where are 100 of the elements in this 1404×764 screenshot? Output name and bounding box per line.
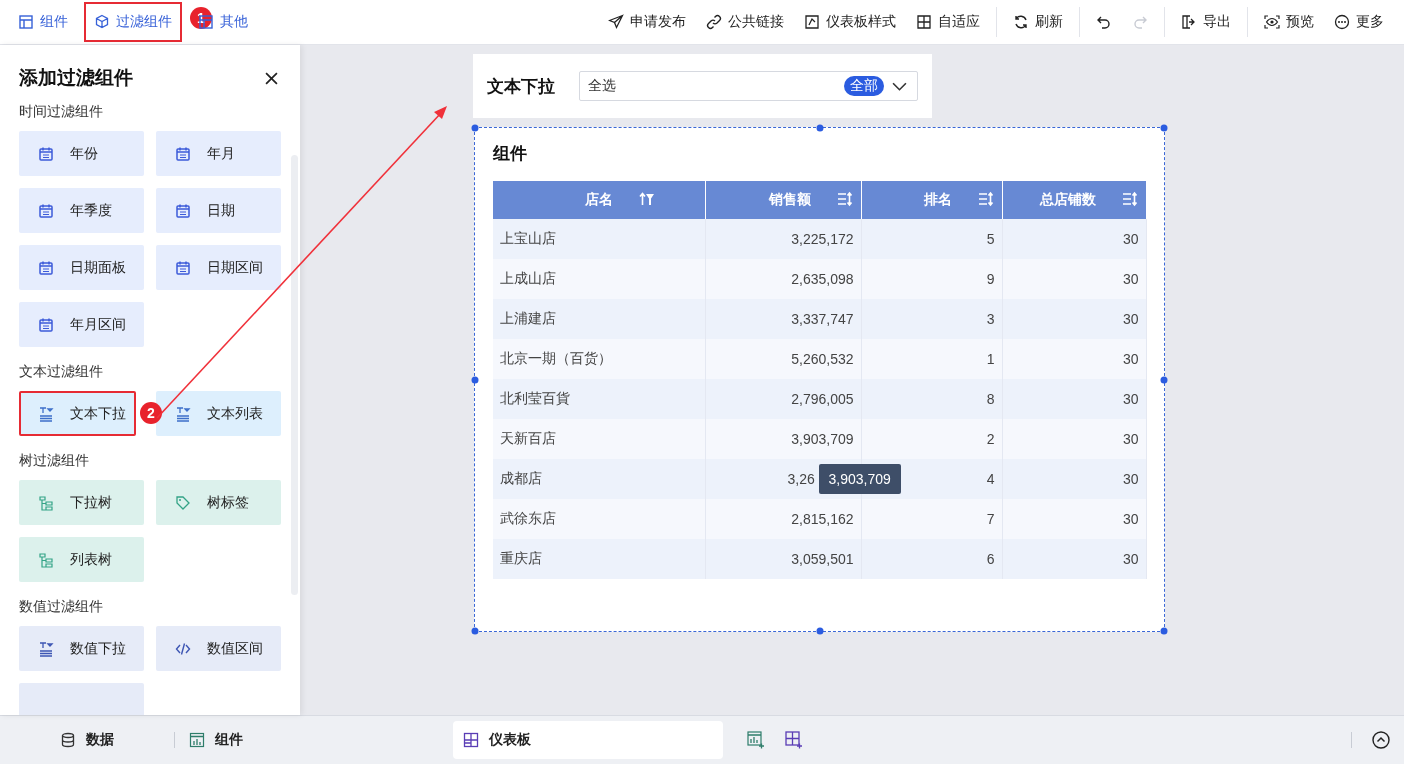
- sort-icon: [836, 191, 853, 207]
- send-icon: [608, 14, 624, 30]
- filter-tile[interactable]: 年月区间: [19, 302, 144, 347]
- text-list-icon: [38, 405, 54, 422]
- toolbar-button[interactable]: 申请发布: [598, 6, 696, 38]
- bottom-tab[interactable]: 仪表板: [453, 721, 723, 759]
- filter-tile[interactable]: 年月: [156, 131, 281, 176]
- table-cell: 上浦建店: [493, 299, 705, 339]
- table-cell: 5,260,532: [705, 339, 861, 379]
- table-cell: 2: [861, 419, 1002, 459]
- toolbar-button[interactable]: 过滤组件: [84, 2, 182, 42]
- table-cell: 8: [861, 379, 1002, 419]
- table-cell: 30: [1002, 259, 1146, 299]
- collapse-button[interactable]: [1370, 729, 1392, 751]
- table-cell: 重庆店: [493, 539, 705, 579]
- resize-handle[interactable]: [471, 124, 479, 132]
- group-heading: 时间过滤组件: [19, 102, 104, 121]
- table-cell: 北京一期（百货）: [493, 339, 705, 379]
- calendar-icon: [38, 259, 54, 276]
- table-cell: 30: [1002, 499, 1146, 539]
- toolbar-button[interactable]: 预览: [1254, 6, 1324, 38]
- table-cell: 2,635,098: [705, 259, 861, 299]
- bottom-tab[interactable]: 数据: [50, 721, 170, 759]
- table-cell: 3,337,747: [705, 299, 861, 339]
- add-chart-button[interactable]: [745, 729, 767, 751]
- calendar-icon: [38, 202, 54, 219]
- table-cell: 2,796,005: [705, 379, 861, 419]
- table-cell: 3,903,709: [705, 419, 861, 459]
- calendar-icon: [175, 259, 191, 276]
- table-cell: 30: [1002, 459, 1146, 499]
- filter-tile[interactable]: 数值区间: [156, 626, 281, 671]
- sort-filter-icon: [638, 191, 655, 207]
- resize-handle[interactable]: [1160, 124, 1168, 132]
- chart-icon: [189, 732, 205, 748]
- sort-icon: [1121, 191, 1138, 207]
- add-layout-button[interactable]: [783, 729, 805, 751]
- filter-tile[interactable]: 年季度: [19, 188, 144, 233]
- group-heading: 数值过滤组件: [19, 597, 104, 616]
- filter-tile[interactable]: 列表树: [19, 537, 144, 582]
- filter-tile[interactable]: 数值下拉: [19, 626, 144, 671]
- resize-handle[interactable]: [1160, 376, 1168, 383]
- table-cell: 1: [861, 339, 1002, 379]
- calendar-icon: [38, 145, 54, 162]
- toolbar-button[interactable]: 仪表板样式: [794, 6, 906, 38]
- code-icon: [175, 640, 191, 657]
- export-icon: [1181, 14, 1197, 30]
- dropdown-field[interactable]: 全选 全部: [579, 71, 918, 101]
- toolbar-button[interactable]: 导出: [1171, 6, 1241, 38]
- table-cell: 7: [861, 499, 1002, 539]
- grid-add-icon: [785, 731, 803, 749]
- filter-tile[interactable]: 日期区间: [156, 245, 281, 290]
- resize-handle[interactable]: [816, 124, 823, 132]
- filter-tile[interactable]: 下拉树: [19, 480, 144, 525]
- tree-icon: [38, 551, 54, 568]
- scrollbar[interactable]: [291, 155, 298, 595]
- group-heading: 树过滤组件: [19, 451, 90, 470]
- table-cell: 上宝山店: [493, 219, 705, 259]
- table-cell: 30: [1002, 379, 1146, 419]
- calendar-icon: [175, 145, 191, 162]
- filter-tile[interactable]: 文本列表: [156, 391, 281, 436]
- table-cell: 2,815,162: [705, 499, 861, 539]
- toolbar-button[interactable]: 自适应: [906, 6, 990, 38]
- panel-title: 添加过滤组件: [19, 66, 133, 90]
- filter-tile[interactable]: 日期面板: [19, 245, 144, 290]
- undo-icon: [1096, 14, 1112, 30]
- toolbar-button[interactable]: 公共链接: [696, 6, 794, 38]
- resize-handle[interactable]: [471, 627, 479, 635]
- resize-handle[interactable]: [816, 627, 823, 635]
- table-cell: 武徐东店: [493, 499, 705, 539]
- toolbar-button[interactable]: 更多: [1324, 6, 1394, 38]
- refresh-icon: [1013, 14, 1029, 30]
- text-list-icon: [175, 405, 191, 422]
- cube-icon: [94, 14, 110, 30]
- filter-tile[interactable]: 日期: [156, 188, 281, 233]
- toolbar-button[interactable]: 组件: [8, 6, 78, 38]
- link-icon: [706, 14, 722, 30]
- resize-handle[interactable]: [1160, 627, 1168, 635]
- filter-tile[interactable]: 年份: [19, 131, 144, 176]
- database-icon: [60, 732, 76, 748]
- table-cell: 6: [861, 539, 1002, 579]
- eye-icon: [1264, 14, 1280, 30]
- bottom-tab[interactable]: 组件: [179, 721, 253, 759]
- filter-tile[interactable]: 文本下拉: [19, 391, 136, 436]
- table-cell: 北利莹百貨: [493, 379, 705, 419]
- table-cell: 上成山店: [493, 259, 705, 299]
- chart-add-icon: [747, 731, 765, 749]
- table-cell: 30: [1002, 419, 1146, 459]
- resize-handle[interactable]: [471, 376, 479, 383]
- filter-tile[interactable]: [19, 683, 144, 715]
- tree-icon: [38, 494, 54, 511]
- widget-title: 组件: [493, 143, 528, 165]
- grid-icon: [463, 732, 479, 748]
- table-cell: 天新百店: [493, 419, 705, 459]
- tooltip: 3,903,709: [818, 464, 901, 494]
- toolbar-button[interactable]: 刷新: [1003, 6, 1073, 38]
- calendar-icon: [38, 316, 54, 333]
- redo-icon: [1132, 14, 1148, 30]
- filter-tile[interactable]: 树标签: [156, 480, 281, 525]
- more-icon: [1334, 14, 1350, 30]
- tag: 全部: [844, 76, 884, 96]
